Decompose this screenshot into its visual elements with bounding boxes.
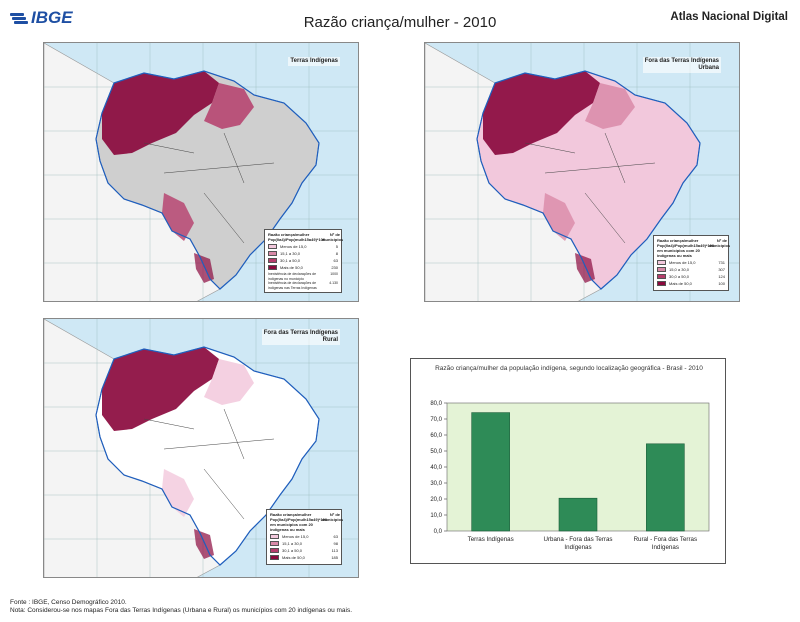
legend-count: 185 <box>331 555 338 560</box>
legend-label: 30,1 a 50,0 <box>282 548 303 553</box>
legend-swatch <box>270 541 279 546</box>
legend-label: Menos de 15,0 <box>669 260 696 265</box>
legend-count: 8 <box>335 251 338 256</box>
legend-label: Mais de 50,0 <box>669 281 692 286</box>
x-tick-label: Rural - Fora das Terras <box>634 536 698 543</box>
legend-item: 15,1 a 30,0 8 <box>268 251 338 256</box>
map-title-line: Rural <box>322 337 338 343</box>
map-terras-indigenas: Terras Indígenas Razão criança/mulher Po… <box>43 42 359 302</box>
legend-label: 15,0 a 30,0 <box>669 267 690 272</box>
legend-label: 30,0 a 50,0 <box>669 274 690 279</box>
legend-swatch <box>657 260 666 265</box>
bar <box>558 497 598 532</box>
legend-count-header: Nº de municípios <box>709 238 731 248</box>
legend-swatch <box>657 281 666 286</box>
legend-swatch <box>270 548 279 553</box>
y-tick-label: 20,0 <box>430 497 442 503</box>
bar <box>646 443 685 532</box>
chart-title: Razão criança/mulher da população indíge… <box>435 365 703 372</box>
legend-count: 5 <box>335 244 338 249</box>
y-tick-label: 30,0 <box>430 481 442 487</box>
y-tick-label: 80,0 <box>430 401 442 407</box>
legend-count: 63 <box>333 258 338 263</box>
legend-item: Menos de 15,0 5 <box>268 244 338 249</box>
legend-item: Mais de 50,0 100 <box>657 281 725 286</box>
legend-label: 15,1 a 30,0 <box>282 541 303 546</box>
x-tick-label: Indígenas <box>652 544 679 551</box>
legend-label: Mais de 50,0 <box>282 555 305 560</box>
footer: Fonte : IBGE, Censo Demográfico 2010. No… <box>10 599 352 615</box>
x-tick-label: Terras Indígenas <box>468 536 514 543</box>
legend-label: 15,1 a 30,0 <box>280 251 301 256</box>
legend-item: Mais de 50,0 185 <box>270 555 338 560</box>
x-tick-label: Indígenas <box>564 544 591 551</box>
legend-count: 100 <box>718 281 725 286</box>
bar-chart-panel: Razão criança/mulher da população indíge… <box>410 358 726 564</box>
page-header: IBGE Razão criança/mulher - 2010 Atlas N… <box>0 0 800 40</box>
map-title: Fora das Terras Indígenas Rural <box>261 329 340 345</box>
legend-count: 731 <box>718 260 725 265</box>
legend-label: Menos de 15,0 <box>282 534 309 539</box>
legend-note-count: 4.130 <box>329 281 338 285</box>
x-tick-label: Urbana - Fora das Terras <box>543 536 612 543</box>
legend-note: Inexistência de declarações de indígenas… <box>268 272 338 281</box>
legend-count-header: Nº de municípios <box>322 512 344 522</box>
legend-item: 30,0 a 50,0 124 <box>657 274 725 279</box>
legend-item: Menos de 15,0 731 <box>657 260 725 265</box>
legend-swatch <box>657 267 666 272</box>
legend-note-label: Inexistência de declarações de indígenas… <box>268 281 317 290</box>
legend-label: Mais de 50,0 <box>280 265 303 270</box>
legend-swatch <box>657 274 666 279</box>
map-title: Fora das Terras Indígenas Urbana <box>642 57 721 73</box>
legend-item: 30,1 a 50,0 113 <box>270 548 338 553</box>
map-legend: Razão criança/mulher Pop(0a4)/Pop(mulh15… <box>653 235 731 291</box>
legend-header: Razão criança/mulher Pop(0a4)/Pop(mulh15… <box>270 512 328 532</box>
footer-source: Fonte : IBGE, Censo Demográfico 2010. <box>10 599 127 606</box>
legend-swatch <box>268 265 277 270</box>
legend-count-header: Nº de municípios <box>322 232 344 242</box>
legend-swatch <box>268 258 277 263</box>
atlas-label: Atlas Nacional Digital <box>670 11 788 23</box>
legend-item: Mais de 50,0 230 <box>268 265 338 270</box>
y-tick-label: 0,0 <box>434 529 443 535</box>
y-tick-label: 60,0 <box>430 433 442 439</box>
map-title-line: Urbana <box>698 65 719 71</box>
legend-count: 307 <box>718 267 725 272</box>
legend-count: 230 <box>331 265 338 270</box>
legend-item: 15,1 a 30,0 98 <box>270 541 338 546</box>
legend-swatch <box>268 251 277 256</box>
legend-swatch <box>270 534 279 539</box>
map-title: Terras Indígenas <box>288 57 340 66</box>
map-fora-urbana: Fora das Terras Indígenas Urbana Razão c… <box>424 42 740 302</box>
legend-swatch <box>268 244 277 249</box>
map-title-line: Fora das Terras Indígenas <box>263 330 338 336</box>
legend-count: 63 <box>333 534 338 539</box>
map-title-line: Fora das Terras Indígenas <box>644 58 719 64</box>
legend-swatch <box>270 555 279 560</box>
map-title-line: Terras Indígenas <box>290 58 338 64</box>
legend-item: Menos de 15,0 63 <box>270 534 338 539</box>
footer-note: Nota: Considerou-se nos mapas Fora das T… <box>10 607 353 614</box>
legend-header: Razão criança/mulher Pop(0a4)/Pop(mulh15… <box>657 238 715 258</box>
legend-item: 30,1 a 50,0 63 <box>268 258 338 263</box>
legend-note: Inexistência de declarações de indígenas… <box>268 281 338 290</box>
map-fora-rural: Fora das Terras Indígenas Rural Razão cr… <box>43 318 359 578</box>
legend-count: 113 <box>331 548 338 553</box>
legend-label: 30,1 a 50,0 <box>280 258 301 263</box>
y-tick-label: 70,0 <box>430 417 442 423</box>
y-tick-label: 10,0 <box>430 513 442 519</box>
legend-item: 15,0 a 30,0 307 <box>657 267 725 272</box>
legend-label: Menos de 15,0 <box>280 244 307 249</box>
y-tick-label: 40,0 <box>430 465 442 471</box>
map-legend: Razão criança/mulher Pop(0a4)/Pop(mulh15… <box>266 509 344 565</box>
legend-count: 98 <box>333 541 338 546</box>
legend-note-count: 1000 <box>330 272 338 276</box>
legend-note-label: Inexistência de declarações de indígenas… <box>268 272 317 281</box>
legend-header: Razão criança/mulher Pop(0a4)/Pop(mulh15… <box>268 232 326 242</box>
bar <box>471 412 510 532</box>
y-tick-label: 50,0 <box>430 449 442 455</box>
map-legend: Razão criança/mulher Pop(0a4)/Pop(mulh15… <box>264 229 344 293</box>
legend-count: 124 <box>718 274 725 279</box>
bar-chart: 0,0 10,0 20,0 30,0 40,0 50,0 60,0 70,0 80,0 Terra… <box>430 401 710 551</box>
